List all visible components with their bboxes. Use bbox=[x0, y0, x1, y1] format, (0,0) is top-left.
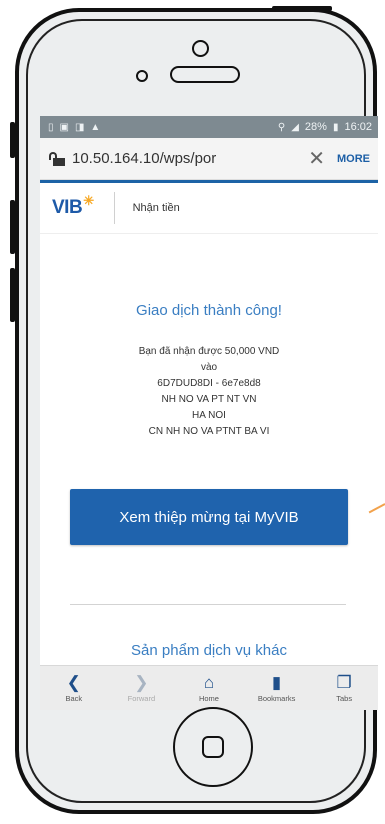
transaction-details: Bạn đã nhận được 50,000 VND vào 6D7DUD8D… bbox=[40, 344, 378, 440]
page-title: Nhận tiền bbox=[132, 202, 180, 214]
lock-open-icon bbox=[48, 151, 66, 166]
signal-icon: ◢ bbox=[291, 121, 299, 133]
detail-line: HA NOI bbox=[192, 410, 226, 421]
detail-line: vào bbox=[200, 362, 218, 373]
section-divider bbox=[70, 604, 346, 605]
battery-icon: ▮ bbox=[332, 121, 339, 133]
home-button[interactable] bbox=[173, 707, 253, 787]
earpiece-speaker bbox=[170, 66, 240, 83]
nav-label: Bookmarks bbox=[257, 694, 296, 703]
system-icons: ⚲ ◢ 28% ▮ 16:02 bbox=[278, 121, 372, 133]
battery-percent: 28% bbox=[304, 121, 327, 133]
wifi-icon: ⚲ bbox=[277, 121, 286, 133]
header-divider bbox=[113, 192, 115, 224]
nav-forward[interactable]: ❯ Forward bbox=[108, 666, 176, 710]
bookmark-icon: ▮ bbox=[271, 673, 282, 692]
nav-home[interactable]: ⌂ Home bbox=[175, 666, 243, 710]
url-input[interactable]: 10.50.164.10/wps/por bbox=[72, 150, 302, 167]
logo-text: VIB bbox=[52, 197, 83, 218]
tabs-icon: ❐ bbox=[336, 673, 352, 692]
nav-label: Back bbox=[65, 694, 83, 703]
chevron-left-icon: ❮ bbox=[66, 673, 81, 692]
home-square-icon bbox=[202, 736, 224, 758]
volume-up-button bbox=[10, 200, 15, 254]
phone-screen: ▯ ▣ ◨ ▲ ⚲ ◢ 28% ▮ 16:02 10.50.164.10/wps… bbox=[40, 116, 378, 710]
browser-bottom-nav: ❮ Back ❯ Forward ⌂ Home ▮ Bookmarks ❐ Ta… bbox=[40, 665, 378, 710]
view-card-button[interactable]: Xem thiệp mừng tại MyVIB bbox=[70, 489, 348, 545]
detail-line: NH NO VA PT NT VN bbox=[161, 394, 257, 405]
more-button[interactable]: MORE bbox=[337, 153, 370, 165]
nav-label: Home bbox=[198, 694, 219, 703]
warning-icon: ▲ bbox=[90, 121, 101, 133]
other-products-link[interactable]: Sản phẩm dịch vụ khác bbox=[40, 642, 378, 659]
success-title: Giao dịch thành công! bbox=[136, 302, 282, 319]
volume-down-button bbox=[10, 268, 15, 322]
detail-line: 6D7DUD8DI - 6e7e8d8 bbox=[157, 378, 261, 389]
app-header: VIB ✳ Nhận tiền bbox=[40, 183, 378, 234]
vib-logo[interactable]: VIB ✳ bbox=[52, 193, 94, 219]
android-status-bar: ▯ ▣ ◨ ▲ ⚲ ◢ 28% ▮ 16:02 bbox=[40, 116, 378, 138]
notification-icon: ▯ bbox=[48, 121, 54, 133]
nav-tabs[interactable]: ❐ Tabs bbox=[310, 666, 378, 710]
house-icon: ⌂ bbox=[203, 673, 215, 692]
detail-line: CN NH NO VA PTNT BA VI bbox=[148, 426, 270, 437]
browser-address-bar: 10.50.164.10/wps/por ✕ MORE bbox=[40, 138, 378, 180]
nav-label: Forward bbox=[127, 694, 156, 703]
notification-icons: ▯ ▣ ◨ ▲ bbox=[48, 122, 100, 133]
nav-back[interactable]: ❮ Back bbox=[40, 666, 108, 710]
close-icon[interactable]: ✕ bbox=[308, 146, 325, 171]
nav-bookmarks[interactable]: ▮ Bookmarks bbox=[243, 666, 311, 710]
mute-switch bbox=[10, 122, 15, 158]
detail-line: Bạn đã nhận được 50,000 VND bbox=[138, 346, 280, 357]
app-icon: ◨ bbox=[74, 121, 85, 133]
status-time: 16:02 bbox=[344, 121, 372, 133]
proximity-sensor bbox=[136, 70, 148, 82]
chevron-right-icon: ❯ bbox=[134, 673, 149, 692]
gallery-icon: ▣ bbox=[59, 121, 69, 133]
nav-label: Tabs bbox=[336, 694, 353, 703]
front-camera bbox=[192, 40, 209, 57]
logo-star-icon: ✳ bbox=[83, 193, 94, 208]
